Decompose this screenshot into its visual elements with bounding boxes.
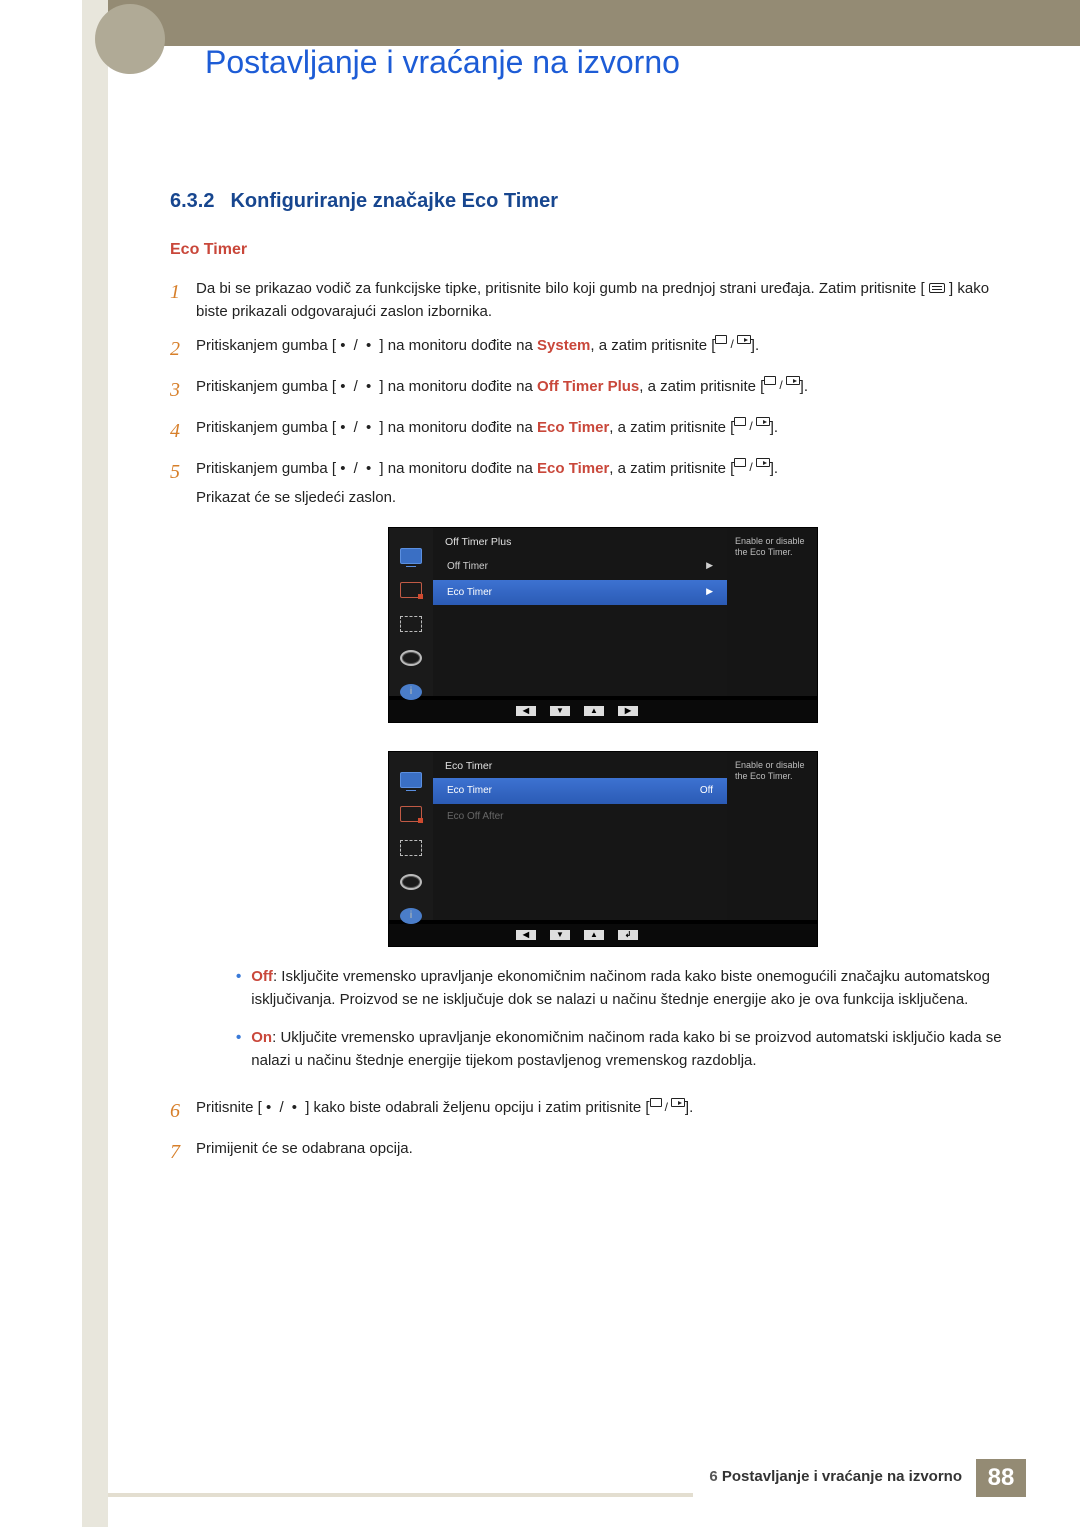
bullet-on: On: Uključite vremensko upravljanje ekon…	[236, 1026, 1010, 1073]
osd-menu: Off Timer Plus Off Timer▶ Eco Timer▶	[433, 528, 727, 696]
chevron-right-icon: ▶	[706, 585, 713, 601]
source-enter-icon: /	[715, 335, 750, 354]
step-number: 1	[170, 277, 196, 308]
section-heading: 6.3.2 Konfiguriranje značajke Eco Timer	[170, 190, 1010, 213]
step-number: 6	[170, 1096, 196, 1127]
source-enter-icon: /	[650, 1098, 685, 1117]
nav-up-icon: ▲	[584, 930, 604, 940]
step-text: Pritiskanjem gumba [ • / • ] na monitoru…	[196, 334, 1010, 357]
subheading: Eco Timer	[170, 241, 1010, 259]
section-number: 6.3.2	[170, 190, 214, 213]
step-number: 5	[170, 457, 196, 488]
step-5: 5 Pritiskanjem gumba [ • / • ] na monito…	[170, 457, 1010, 1087]
step-text: Pritiskanjem gumba [ • / • ] na monitoru…	[196, 375, 1010, 398]
screen-icon	[400, 772, 422, 788]
page-number: 88	[976, 1459, 1026, 1497]
step-text: Primijenit će se odabrana opcija.	[196, 1137, 1010, 1160]
header-band	[108, 0, 1080, 46]
step-number: 2	[170, 334, 196, 365]
move-icon	[400, 840, 422, 856]
source-enter-icon: /	[764, 376, 799, 395]
move-icon	[400, 616, 422, 632]
gear-icon	[400, 874, 422, 890]
osd-sidebar: i	[389, 752, 433, 920]
section-title: Konfiguriranje značajke Eco Timer	[230, 190, 558, 213]
info-icon: i	[400, 908, 422, 924]
nav-down-icon: ▼	[550, 930, 570, 940]
step-number: 7	[170, 1137, 196, 1168]
step-7: 7 Primijenit će se odabrana opcija.	[170, 1137, 1010, 1168]
picture-icon	[400, 582, 422, 598]
osd-row-eco-off-after: Eco Off After	[433, 804, 727, 830]
step-text: Pritiskanjem gumba [ • / • ] na monitoru…	[196, 457, 1010, 1087]
nav-left-icon: ◀	[516, 706, 536, 716]
footer: 6 Postavljanje i vraćanje na izvorno 88	[695, 1459, 1026, 1497]
side-margin	[82, 0, 108, 1527]
osd-row-eco-timer: Eco TimerOff	[433, 778, 727, 804]
step-number: 3	[170, 375, 196, 406]
info-icon: i	[400, 684, 422, 700]
osd-nav-buttons: ◀ ▼ ▲ ↲	[389, 924, 817, 946]
step-1: 1 Da bi se prikazao vodič za funkcijske …	[170, 277, 1010, 324]
nav-down-icon: ▼	[550, 706, 570, 716]
menu-icon	[929, 283, 945, 293]
gear-icon	[400, 650, 422, 666]
nav-enter-icon: ↲	[618, 930, 638, 940]
chapter-badge	[95, 4, 165, 74]
chapter-title: Postavljanje i vraćanje na izvorno	[205, 44, 680, 81]
nav-right-icon: ▶	[618, 706, 638, 716]
osd-menu: Eco Timer Eco TimerOff Eco Off After	[433, 752, 727, 920]
osd-screen-1: i Off Timer Plus Off Timer▶ Eco Timer▶	[388, 527, 818, 723]
osd-sidebar: i	[389, 528, 433, 696]
chevron-right-icon: ▶	[706, 559, 713, 575]
nav-left-icon: ◀	[516, 930, 536, 940]
step-4: 4 Pritiskanjem gumba [ • / • ] na monito…	[170, 416, 1010, 447]
osd-screenshots: i Off Timer Plus Off Timer▶ Eco Timer▶	[196, 527, 1010, 947]
osd-screen-2: i Eco Timer Eco TimerOff Eco Off After	[388, 751, 818, 947]
bullet-off: Off: Isključite vremensko upravljanje ek…	[236, 965, 1010, 1012]
footer-chapter-label: 6 Postavljanje i vraćanje na izvorno	[695, 1459, 976, 1497]
step-3: 3 Pritiskanjem gumba [ • / • ] na monito…	[170, 375, 1010, 406]
option-bullets: Off: Isključite vremensko upravljanje ek…	[236, 965, 1010, 1072]
content-body: 6.3.2 Konfiguriranje značajke Eco Timer …	[170, 190, 1010, 1178]
picture-icon	[400, 806, 422, 822]
nav-up-icon: ▲	[584, 706, 604, 716]
step-text: Pritiskanjem gumba [ • / • ] na monitoru…	[196, 416, 1010, 439]
screen-icon	[400, 548, 422, 564]
step-text: Da bi se prikazao vodič za funkcijske ti…	[196, 277, 1010, 324]
footer-rule	[108, 1493, 693, 1497]
step-6: 6 Pritisnite [ • / • ] kako biste odabra…	[170, 1096, 1010, 1127]
steps-list: 1 Da bi se prikazao vodič za funkcijske …	[170, 277, 1010, 1168]
source-enter-icon: /	[734, 458, 769, 477]
osd-row-off-timer: Off Timer▶	[433, 554, 727, 580]
osd-nav-buttons: ◀ ▼ ▲ ▶	[389, 700, 817, 722]
osd-row-eco-timer: Eco Timer▶	[433, 580, 727, 606]
step-number: 4	[170, 416, 196, 447]
step-text: Pritisnite [ • / • ] kako biste odabrali…	[196, 1096, 1010, 1119]
step-2: 2 Pritiskanjem gumba [ • / • ] na monito…	[170, 334, 1010, 365]
osd-help-text: Enable or disable the Eco Timer.	[727, 528, 817, 696]
osd-help-text: Enable or disable the Eco Timer.	[727, 752, 817, 920]
source-enter-icon: /	[734, 417, 769, 436]
